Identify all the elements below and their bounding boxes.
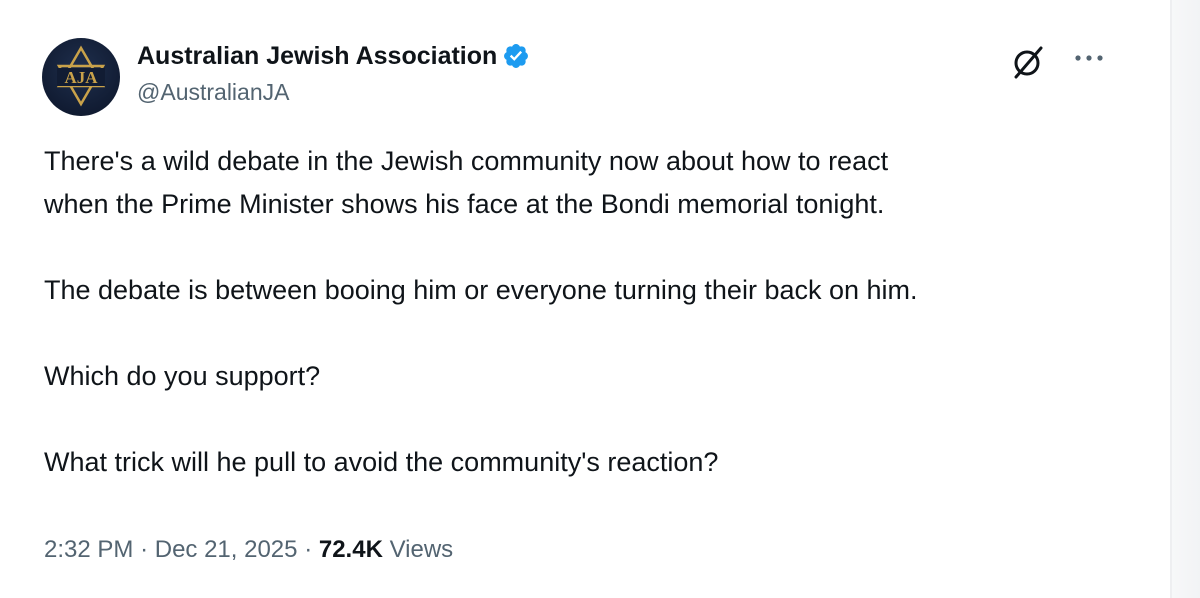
views-count[interactable]: 72.4K: [319, 536, 383, 563]
tweet-text: There's a wild debate in the Jewish comm…: [44, 140, 1144, 484]
tweet-meta: 2:32 PM · Dec 21, 2025 · 72.4K Views: [44, 532, 453, 568]
avatar[interactable]: AJA: [42, 38, 120, 116]
views-label: Views: [389, 536, 454, 563]
tweet-time[interactable]: 2:32 PM: [44, 536, 133, 563]
author-handle[interactable]: @AustralianJA: [137, 78, 289, 106]
tweet-card: AJA Australian Jewish Association @Austr…: [0, 0, 1160, 598]
star-of-david-logo-icon: AJA: [56, 45, 106, 107]
verified-badge-icon[interactable]: [502, 42, 530, 70]
meta-separator: ·: [304, 536, 313, 563]
meta-separator: ·: [140, 536, 149, 563]
grok-icon[interactable]: [1008, 42, 1048, 82]
tweet-paragraph: when the Prime Minister shows his face a…: [44, 189, 885, 219]
author-display-name[interactable]: Australian Jewish Association: [137, 41, 497, 71]
tweet-paragraph: Which do you support?: [44, 361, 321, 391]
tweet-paragraph: There's a wild debate in the Jewish comm…: [44, 146, 889, 176]
more-options-icon[interactable]: [1072, 50, 1108, 66]
tweet-paragraph: What trick will he pull to avoid the com…: [44, 447, 719, 477]
avatar-monogram: AJA: [64, 68, 98, 87]
author-name-row: Australian Jewish Association: [137, 40, 530, 72]
tweet-date[interactable]: Dec 21, 2025: [155, 536, 298, 563]
tweet-paragraph: The debate is between booing him or ever…: [44, 275, 918, 305]
right-edge-panel: [1160, 0, 1200, 598]
